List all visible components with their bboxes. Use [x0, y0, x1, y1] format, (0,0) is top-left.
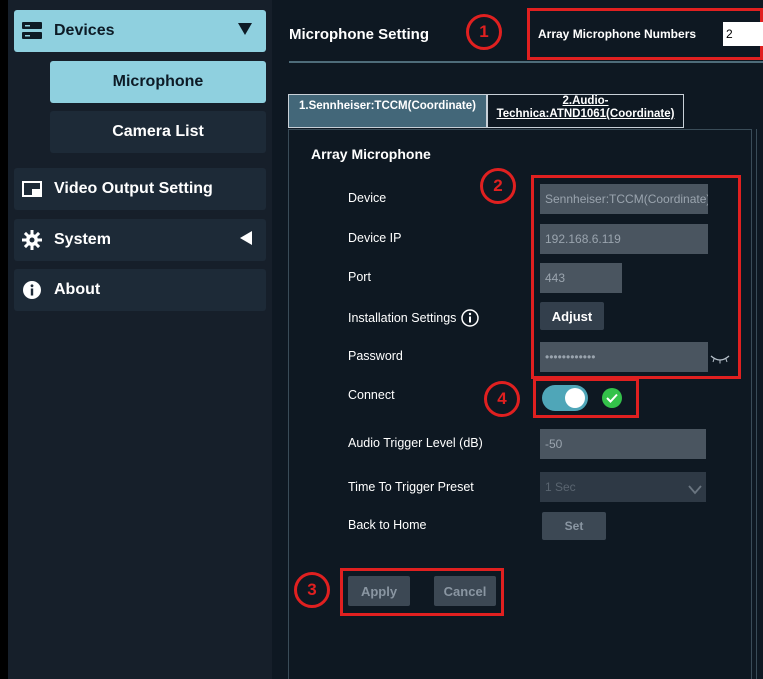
apply-button[interactable]: Apply: [348, 576, 410, 606]
sidebar-item-label: Camera List: [112, 123, 204, 140]
annotation-badge-2: 2: [480, 168, 516, 204]
panel-edge: [756, 129, 763, 679]
device-ip-label: Device IP: [348, 231, 402, 245]
eye-closed-icon[interactable]: [710, 351, 730, 369]
tab-label: 1.Sennheiser:TCCM(Coordinate): [299, 100, 476, 112]
main-panel: Microphone Setting 1 Array Microphone Nu…: [272, 0, 763, 679]
sidebar-item-label: Devices: [54, 22, 115, 39]
audio-trigger-field[interactable]: -50: [540, 429, 706, 459]
tab-label-line1: 2.Audio-: [562, 95, 609, 107]
audio-trigger-label: Audio Trigger Level (dB): [348, 436, 483, 450]
sidebar-item-label: Microphone: [112, 73, 204, 90]
installation-settings-label: Installation Settings: [348, 311, 457, 325]
server-icon: [22, 21, 42, 41]
annotation-badge-3: 3: [294, 572, 330, 608]
back-home-label: Back to Home: [348, 518, 427, 532]
tab-microphone-2[interactable]: 2.Audio- Technica:ATND1061(Coordinate): [487, 94, 684, 128]
sidebar-item-camera-list[interactable]: Camera List: [50, 111, 266, 153]
annotation-badge-4: 4: [484, 381, 520, 417]
device-field[interactable]: Sennheiser:TCCM(Coordinate): [540, 184, 708, 214]
sidebar-item-about[interactable]: About: [14, 269, 266, 311]
page-title: Microphone Setting: [289, 26, 429, 43]
section-title: Array Microphone: [311, 146, 431, 162]
password-field[interactable]: ••••••••••••: [540, 342, 708, 372]
array-numbers-input[interactable]: 2: [723, 22, 763, 46]
info-icon[interactable]: [461, 309, 480, 327]
check-icon: [602, 388, 622, 408]
caret-left-icon: [240, 230, 252, 250]
port-label: Port: [348, 270, 371, 284]
caret-down-icon: [238, 22, 252, 40]
sidebar-item-system[interactable]: System: [14, 219, 266, 261]
connect-label: Connect: [348, 388, 395, 402]
select-value: 1 Sec: [545, 480, 576, 494]
tab-microphone-1[interactable]: 1.Sennheiser:TCCM(Coordinate): [288, 94, 487, 128]
chevron-down-icon: [688, 482, 702, 500]
installation-settings-label-wrap: Installation Settings: [348, 309, 480, 327]
toggle-knob: [565, 388, 585, 408]
sidebar-item-video-output[interactable]: Video Output Setting: [14, 168, 266, 210]
cancel-button[interactable]: Cancel: [434, 576, 496, 606]
sidebar-item-devices[interactable]: Devices: [14, 10, 266, 52]
sidebar-item-label: System: [54, 231, 111, 248]
sidebar: Devices Microphone Camera List Video Out…: [8, 0, 272, 679]
sidebar-item-label: About: [54, 281, 101, 298]
device-ip-field[interactable]: 192.168.6.119: [540, 224, 708, 254]
connect-toggle[interactable]: [542, 385, 588, 411]
adjust-button[interactable]: Adjust: [540, 302, 604, 330]
picture-in-picture-icon: [22, 179, 42, 199]
time-trigger-select[interactable]: 1 Sec: [540, 472, 706, 502]
gear-icon: [22, 230, 42, 250]
password-label: Password: [348, 349, 403, 363]
tab-label-line2: Technica:ATND1061(Coordinate): [496, 108, 675, 120]
array-numbers-label: Array Microphone Numbers: [538, 27, 697, 41]
title-divider: [289, 61, 763, 63]
time-trigger-label: Time To Trigger Preset: [348, 480, 474, 494]
annotation-badge-1: 1: [466, 14, 502, 50]
sidebar-item-label: Video Output Setting: [54, 180, 213, 197]
set-button[interactable]: Set: [542, 512, 606, 540]
info-icon: [22, 280, 42, 300]
port-field[interactable]: 443: [540, 263, 622, 293]
sidebar-item-microphone[interactable]: Microphone: [50, 61, 266, 103]
device-label: Device: [348, 191, 387, 205]
